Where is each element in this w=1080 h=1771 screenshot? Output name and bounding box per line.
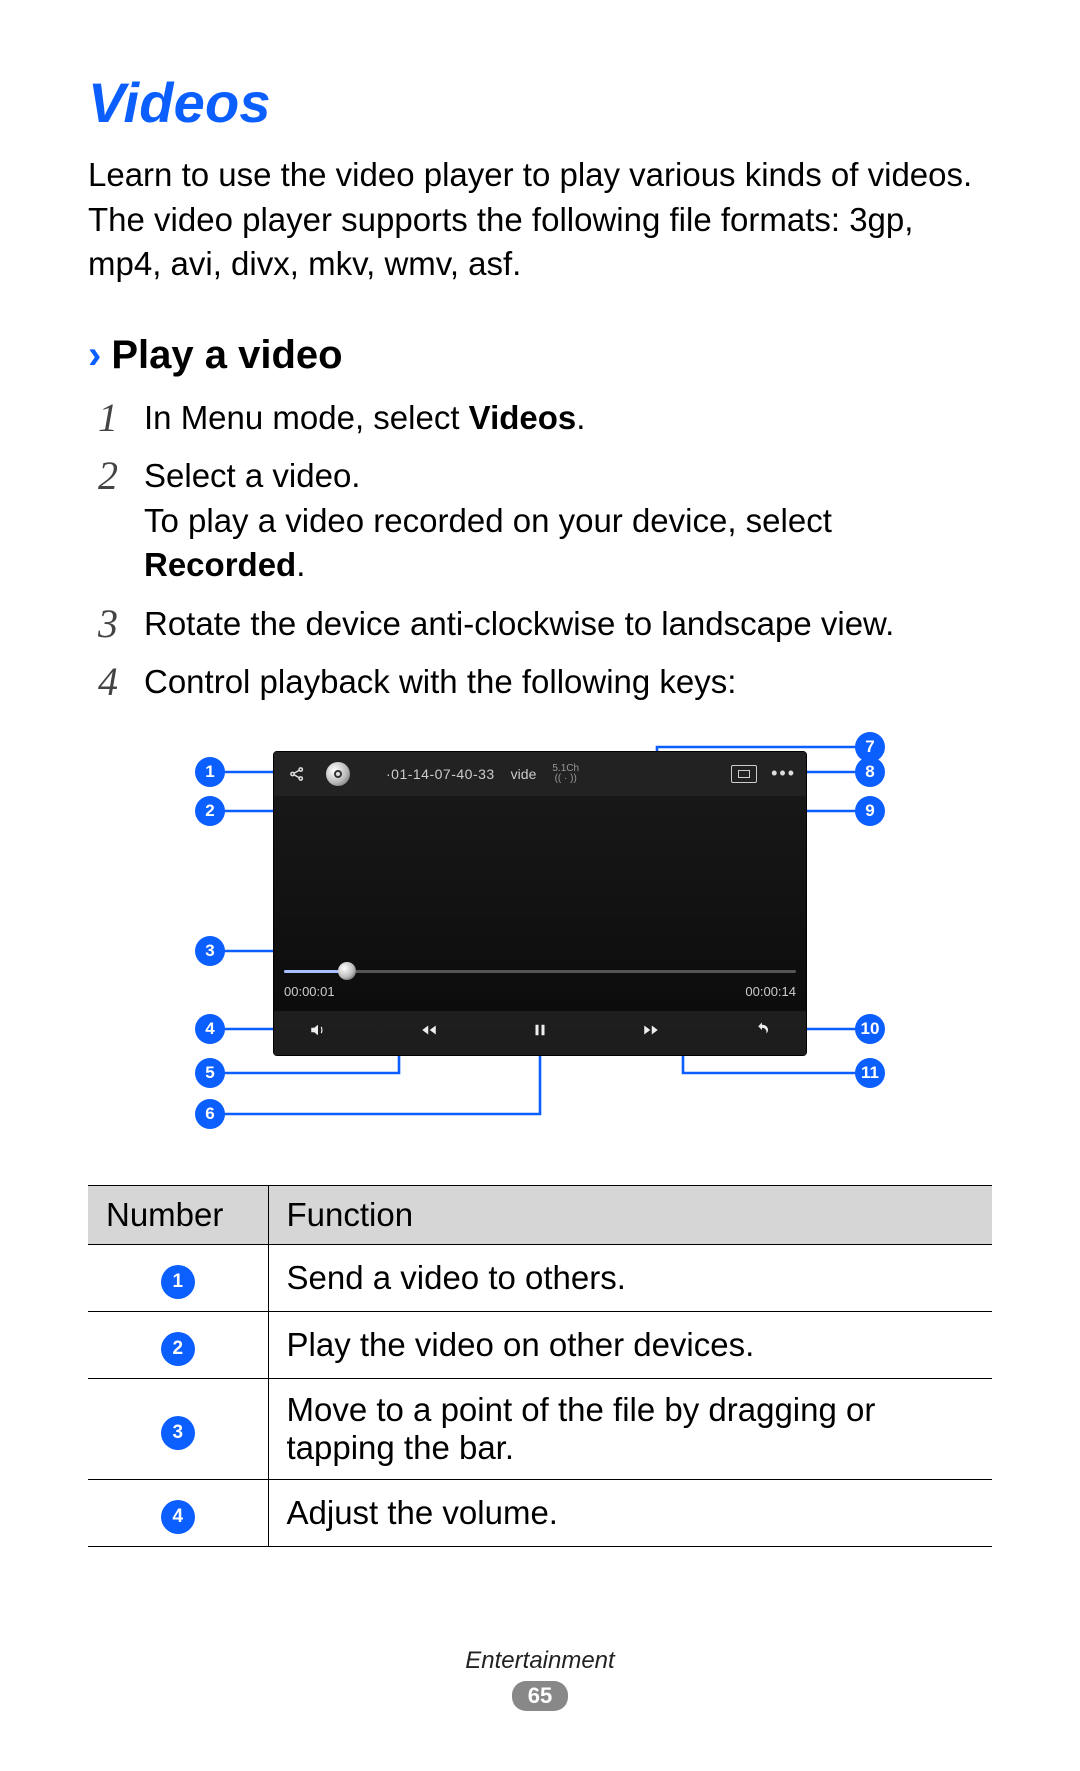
callout-badge-1: 1 (195, 757, 225, 787)
section-heading: Videos (88, 70, 992, 135)
list-item: 1 In Menu mode, select Videos. (94, 396, 992, 441)
step-text: Rotate the device anti-clockwise to land… (144, 602, 992, 647)
callout-badge-9: 9 (855, 796, 885, 826)
list-item: 2 Select a video. To play a video record… (94, 454, 992, 588)
table-header-number: Number (88, 1185, 268, 1244)
step-text: Select a video. To play a video recorded… (144, 454, 992, 588)
back-icon (742, 1021, 782, 1044)
previous-icon (409, 1021, 449, 1044)
function-cell: Send a video to others. (268, 1244, 992, 1311)
step-number: 4 (94, 660, 122, 705)
time-total: 00:00:14 (745, 984, 796, 999)
step-text: Control playback with the following keys… (144, 660, 992, 705)
subsection-heading: › Play a video (88, 333, 992, 378)
function-cell: Move to a point of the file by dragging … (268, 1378, 992, 1479)
list-item: 3 Rotate the device anti-clockwise to la… (94, 602, 992, 647)
chevron-right-icon: › (88, 333, 101, 378)
video-label: vide (511, 766, 537, 782)
step-number: 3 (94, 602, 122, 647)
table-header-function: Function (268, 1185, 992, 1244)
intro-text: Learn to use the video player to play va… (88, 153, 992, 287)
callout-badge-8: 8 (855, 757, 885, 787)
pause-icon (520, 1021, 560, 1044)
number-badge: 2 (161, 1332, 195, 1366)
table-row: 3 Move to a point of the file by draggin… (88, 1378, 992, 1479)
channel-5-1-icon: 5.1Ch(( · )) (552, 764, 579, 784)
player-diagram: ·01-14-07-40-33 vide 5.1Ch(( · )) ••• 00… (155, 729, 925, 1149)
steps-list: 1 In Menu mode, select Videos. 2 Select … (94, 396, 992, 705)
volume-icon (298, 1021, 338, 1044)
function-cell: Play the video on other devices. (268, 1311, 992, 1378)
video-filename: ·01-14-07-40-33 (386, 766, 495, 782)
table-row: 2 Play the video on other devices. (88, 1311, 992, 1378)
callout-badge-5: 5 (195, 1058, 225, 1088)
number-badge: 3 (161, 1416, 195, 1450)
aspect-ratio-icon (731, 765, 757, 783)
page-number: 65 (512, 1681, 568, 1711)
player-controls (274, 1011, 806, 1055)
next-icon (631, 1021, 671, 1044)
time-current: 00:00:01 (284, 984, 335, 999)
video-player-screenshot: ·01-14-07-40-33 vide 5.1Ch(( · )) ••• 00… (273, 751, 807, 1056)
seek-area: 00:00:01 00:00:14 (284, 962, 796, 999)
more-icon: ••• (771, 763, 796, 784)
step-number: 2 (94, 454, 122, 588)
footer-category: Entertainment (0, 1647, 1080, 1675)
callout-badge-4: 4 (195, 1014, 225, 1044)
step-number: 1 (94, 396, 122, 441)
subsection-title: Play a video (111, 333, 342, 378)
allshare-icon (326, 762, 350, 786)
callout-badge-2: 2 (195, 796, 225, 826)
callout-badge-3: 3 (195, 936, 225, 966)
callout-badge-6: 6 (195, 1099, 225, 1129)
table-row: 1 Send a video to others. (88, 1244, 992, 1311)
share-icon (284, 761, 310, 787)
number-badge: 1 (161, 1265, 195, 1299)
function-table: Number Function 1 Send a video to others… (88, 1185, 992, 1547)
page-footer: Entertainment 65 (0, 1647, 1080, 1711)
number-badge: 4 (161, 1500, 195, 1534)
manual-page: Videos Learn to use the video player to … (0, 0, 1080, 1771)
callout-badge-11: 11 (855, 1058, 885, 1088)
function-cell: Adjust the volume. (268, 1479, 992, 1546)
seek-knob-icon (338, 962, 356, 980)
step-text: In Menu mode, select Videos. (144, 396, 992, 441)
table-row: 4 Adjust the volume. (88, 1479, 992, 1546)
callout-badge-10: 10 (855, 1014, 885, 1044)
seek-bar (284, 962, 796, 980)
table-header-row: Number Function (88, 1185, 992, 1244)
player-topbar: ·01-14-07-40-33 vide 5.1Ch(( · )) ••• (274, 752, 806, 796)
list-item: 4 Control playback with the following ke… (94, 660, 992, 705)
